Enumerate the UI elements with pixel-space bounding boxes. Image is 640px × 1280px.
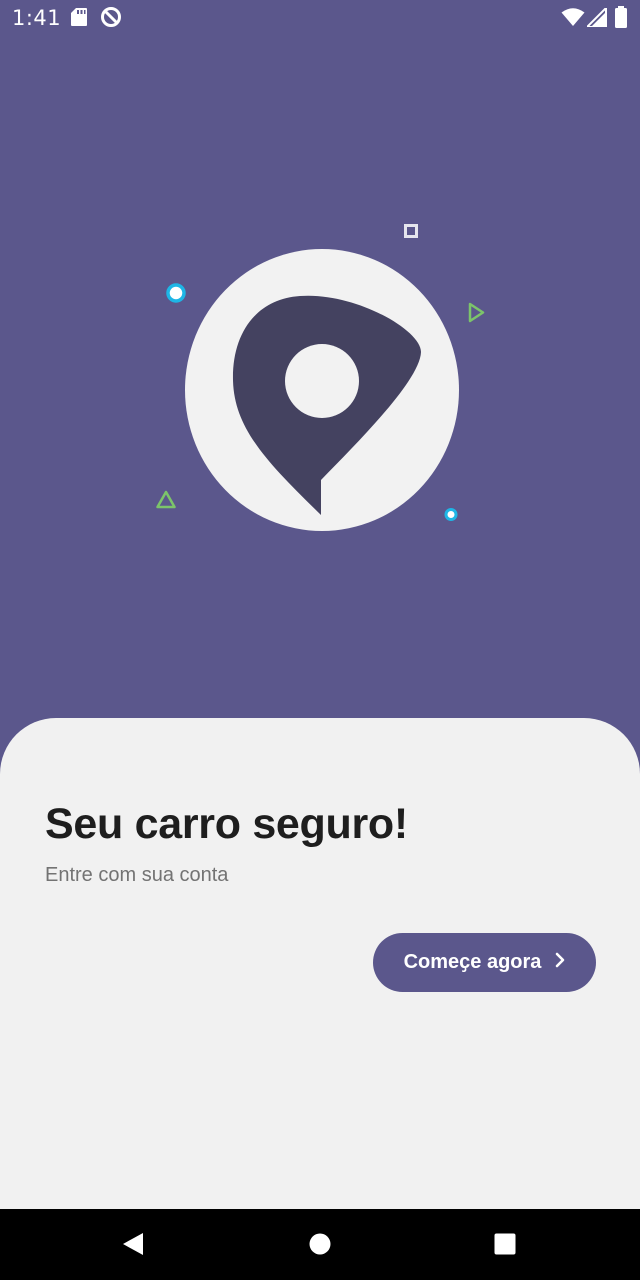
start-now-label: Comeҫe agora: [403, 951, 542, 973]
status-time: 1:41: [12, 6, 62, 30]
location-pin-illustration: [156, 224, 485, 531]
triangle-decoration: [156, 490, 176, 509]
subtitle: Entre com sua conta: [45, 864, 229, 886]
cellular-signal-icon: [586, 7, 607, 32]
start-now-button[interactable]: Comeҫe agora: [373, 933, 596, 992]
chevron-right-icon: [555, 951, 565, 974]
hero-illustration: [0, 36, 640, 726]
back-icon[interactable]: [122, 1232, 144, 1261]
small-ring-dot-decoration: [444, 508, 458, 521]
status-bar: 1:41: [0, 0, 640, 36]
sd-card-icon: [70, 7, 88, 32]
battery-icon: [614, 6, 628, 33]
square-decoration: [404, 224, 418, 238]
ring-dot-decoration: [166, 283, 186, 303]
wifi-icon: [561, 8, 585, 32]
do-not-disturb-icon: [100, 6, 122, 33]
recents-icon[interactable]: [494, 1233, 516, 1260]
navigation-bar: [0, 1209, 640, 1280]
headline: Seu carro seguro!: [45, 800, 408, 848]
pin-hole: [285, 344, 359, 418]
home-icon[interactable]: [309, 1233, 331, 1260]
play-triangle-decoration: [468, 302, 485, 323]
